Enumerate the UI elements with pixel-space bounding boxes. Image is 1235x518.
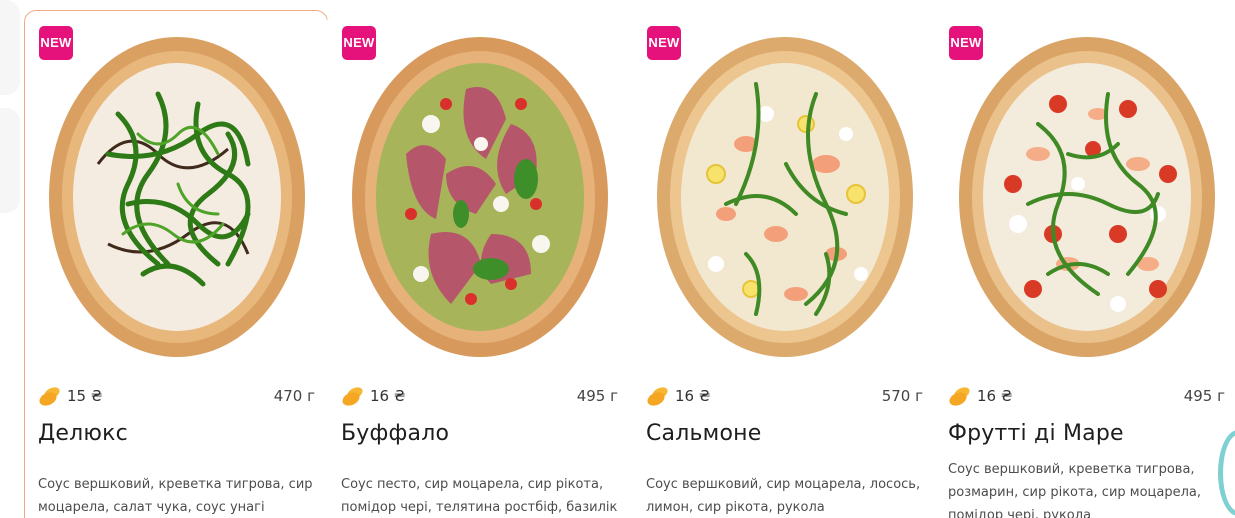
- weight: 570 г: [881, 387, 923, 405]
- product-description: Соус вершковий, креветка тигрова, розмар…: [948, 462, 1202, 518]
- product-title[interactable]: Сальмоне: [646, 421, 761, 446]
- price-value: 16 ₴: [675, 387, 711, 405]
- weight: 495 г: [576, 387, 618, 405]
- weight: 470 г: [273, 387, 315, 405]
- pizza-image[interactable]: [48, 34, 306, 360]
- product-description: Соус вершковий, креветка тигрова, сир мо…: [38, 477, 313, 515]
- product-grid: NEW 15 ₴ 470 г Делюкс Соус вершковий, кр…: [24, 10, 1235, 518]
- new-badge: NEW: [647, 26, 681, 60]
- price-value: 16 ₴: [977, 387, 1013, 405]
- product-card[interactable]: NEW: [934, 10, 1235, 518]
- coin-icon: [949, 387, 970, 406]
- product-title[interactable]: Делюкс: [38, 421, 128, 446]
- price-row: 15 ₴ 470 г: [38, 385, 315, 407]
- pizza-image[interactable]: [958, 34, 1216, 360]
- price: 15 ₴: [38, 385, 102, 407]
- product-card[interactable]: NEW: [327, 10, 631, 518]
- product-card[interactable]: NEW: [24, 10, 328, 518]
- coin-icon: [647, 387, 668, 406]
- price-row: 16 ₴ 570 г: [646, 385, 923, 407]
- product-title[interactable]: Буффало: [341, 421, 449, 446]
- coin-icon: [342, 387, 363, 406]
- background-panel: [0, 108, 20, 213]
- price: 16 ₴: [948, 385, 1012, 407]
- price-value: 15 ₴: [67, 387, 103, 405]
- product-description: Соус вершковий, сир моцарела, лосось, ли…: [646, 477, 921, 515]
- new-badge: NEW: [949, 26, 983, 60]
- pizza-image[interactable]: [351, 34, 609, 360]
- new-badge: NEW: [39, 26, 73, 60]
- product-title[interactable]: Фрутті ді Маре: [948, 421, 1124, 446]
- product-card[interactable]: NEW: [632, 10, 936, 518]
- price-row: 16 ₴ 495 г: [948, 385, 1225, 407]
- product-description: Соус песто, сир моцарела, сир рікота, по…: [341, 477, 618, 515]
- price: 16 ₴: [341, 385, 405, 407]
- price-value: 16 ₴: [370, 387, 406, 405]
- coin-icon: [39, 387, 60, 406]
- pizza-image[interactable]: [656, 34, 914, 360]
- weight: 495 г: [1183, 387, 1225, 405]
- price: 16 ₴: [646, 385, 710, 407]
- new-badge: NEW: [342, 26, 376, 60]
- price-row: 16 ₴ 495 г: [341, 385, 618, 407]
- background-panel: [0, 0, 20, 95]
